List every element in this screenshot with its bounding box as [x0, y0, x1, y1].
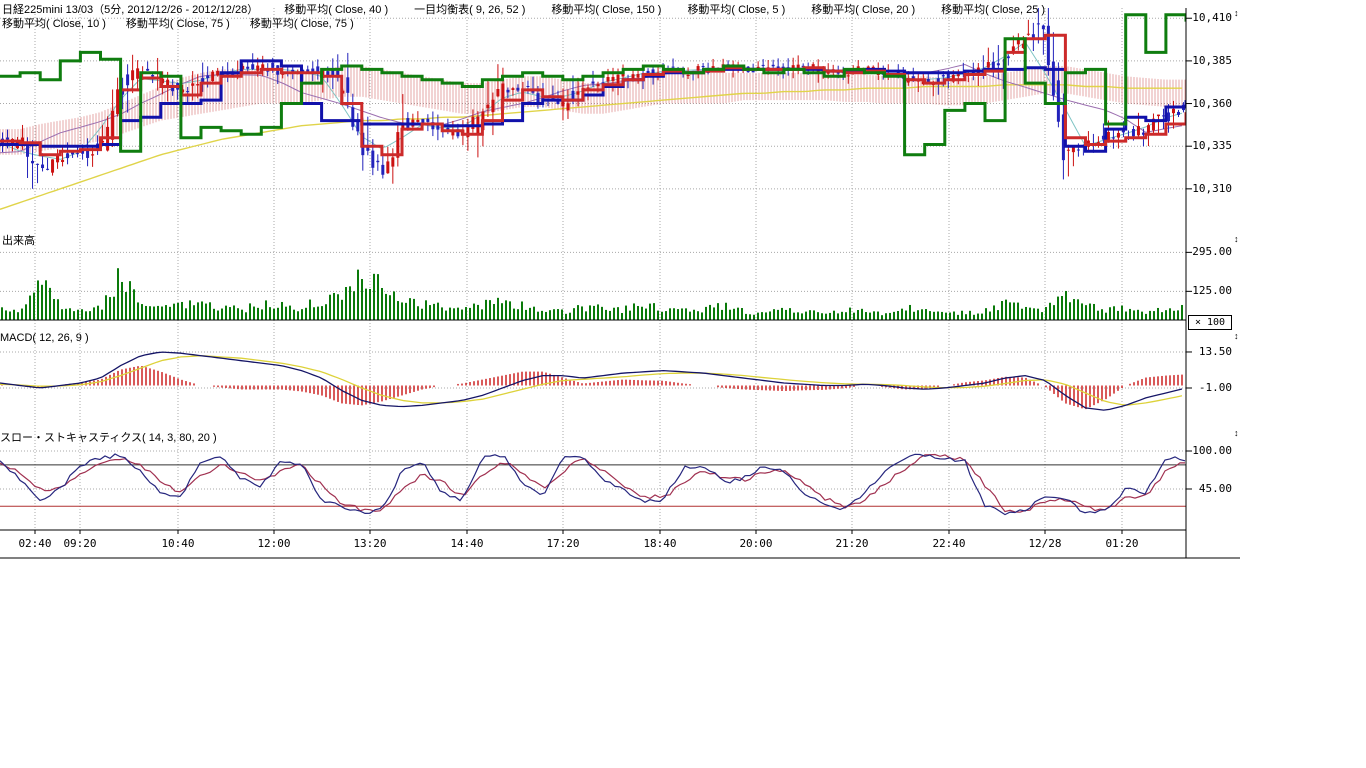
y-axis-label: -1.00 [1190, 381, 1232, 394]
header-indicator-label: 移動平均( Close, 5 ) [687, 1, 785, 17]
chart-plot-area[interactable] [0, 0, 1366, 768]
header-indicator-label: 移動平均( Close, 150 ) [551, 1, 661, 17]
time-axis-label: 14:40 [445, 537, 489, 550]
time-axis-label: 22:40 [927, 537, 971, 550]
volume-panel-label: 出来高 [2, 232, 35, 248]
time-axis-label: 01:20 [1100, 537, 1144, 550]
y-axis-label: 125.00 [1190, 284, 1232, 297]
time-axis-label: 18:40 [638, 537, 682, 550]
header-indicator-label: 移動平均( Close, 20 ) [811, 1, 915, 17]
y-axis-label: 45.00 [1190, 482, 1232, 495]
chart-header-row2: 移動平均( Close, 10 ) 移動平均( Close, 75 ) 移動平均( … [2, 15, 354, 31]
y-axis-label: 10,310 [1190, 182, 1232, 195]
panel-scale-arrow-icon[interactable]: ↕ [1234, 8, 1244, 18]
y-axis-label: 10,335 [1190, 139, 1232, 152]
time-axis-label: 13:20 [348, 537, 392, 550]
time-axis-label: 09:20 [58, 537, 102, 550]
header-indicator-label: 一目均衡表( 9, 26, 52 ) [414, 1, 525, 17]
panel-scale-arrow-icon[interactable]: ↕ [1234, 234, 1244, 244]
stochastics-panel-label: スロー・ストキャスティクス( 14, 3, 80, 20 ) [0, 429, 217, 445]
panel-scale-arrow-icon[interactable]: ↕ [1234, 428, 1244, 438]
time-axis-label: 12/28 [1023, 537, 1067, 550]
y-axis-label: 10,360 [1190, 97, 1232, 110]
time-axis-label: 20:00 [734, 537, 778, 550]
y-axis-label: 10,385 [1190, 54, 1232, 67]
y-axis-label: 13.50 [1190, 345, 1232, 358]
y-axis-label: 100.00 [1190, 444, 1232, 457]
time-axis-label: 10:40 [156, 537, 200, 550]
trading-chart-window: 日経225mini 13/03（5分, 2012/12/26 - 2012/12… [0, 0, 1366, 768]
header-indicator-label: 移動平均( Close, 25 ) [941, 1, 1045, 17]
time-axis-label: 12:00 [252, 537, 296, 550]
volume-unit-multiplier: × 100 [1188, 315, 1232, 330]
macd-panel-label: MACD( 12, 26, 9 ) [0, 332, 89, 344]
header-indicator-label: 移動平均( Close, 75 ) [126, 15, 230, 31]
time-axis-label: 17:20 [541, 537, 585, 550]
header-indicator-label: 移動平均( Close, 75 ) [250, 15, 354, 31]
time-axis-label: 21:20 [830, 537, 874, 550]
y-axis-label: 295.00 [1190, 245, 1232, 258]
volume-multiplier-text: × 100 [1195, 317, 1225, 328]
panel-scale-arrow-icon[interactable]: ↕ [1234, 331, 1244, 341]
y-axis-label: 10,410 [1190, 11, 1232, 24]
time-axis-label: 02:40 [13, 537, 57, 550]
header-indicator-label: 移動平均( Close, 10 ) [2, 15, 106, 31]
